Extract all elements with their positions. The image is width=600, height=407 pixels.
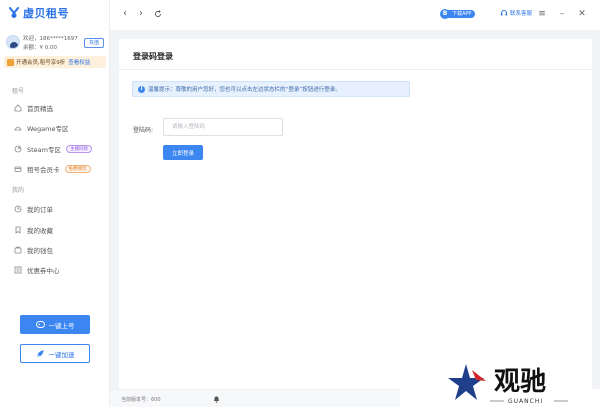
sidebar-item-favorites[interactable]: 我的收藏 xyxy=(14,223,106,237)
one-click-login-button[interactable]: 一键上号 xyxy=(20,315,90,334)
back-icon[interactable]: ‹ xyxy=(120,8,130,20)
sidebar-item-label: 我的订单 xyxy=(27,206,53,214)
headset-icon xyxy=(501,10,507,16)
section-label-mine: 我的 xyxy=(12,187,25,194)
vip-text: 开通会员,租号享9折 xyxy=(16,60,66,66)
version-text: 当前版本号：600 xyxy=(121,397,161,403)
vip-icon xyxy=(7,58,14,66)
sidebar-item-steam[interactable]: Steam专区 主播同款 xyxy=(14,142,106,156)
download-app-label: 下载APP xyxy=(447,10,476,18)
notice-text: 温馨提示：尊敬的用户您好，您也可以点击左边状态栏的“登录”按钮进行登录。 xyxy=(148,87,341,93)
main-area: 登录码登录 i 温馨提示：尊敬的用户您好，您也可以点击左边状态栏的“登录”按钮进… xyxy=(110,30,600,389)
notice-banner: i 温馨提示：尊敬的用户您好，您也可以点击左边状态栏的“登录”按钮进行登录。 xyxy=(132,81,410,97)
login-code-input[interactable] xyxy=(163,118,283,136)
contact-service-button[interactable]: 联系客服 xyxy=(500,9,532,17)
favorite-icon xyxy=(15,226,21,234)
divider xyxy=(119,69,592,70)
login-code-card: 登录码登录 i 温馨提示：尊敬的用户您好，您也可以点击左边状态栏的“登录”按钮进… xyxy=(119,39,592,389)
sidebar-item-coupons[interactable]: 优惠券中心 xyxy=(14,263,106,277)
gamepad-icon xyxy=(35,321,45,328)
sidebar-item-label: Wegame专区 xyxy=(27,125,69,133)
home-icon xyxy=(14,104,22,112)
order-icon xyxy=(14,205,22,213)
watermark-text: 观驰 xyxy=(494,367,546,397)
logo-icon xyxy=(9,7,19,18)
sidebar-item-label: Steam专区 xyxy=(27,146,61,154)
top-bar: ‹ › B 下载APP 联系客服 ≡ – ✕ xyxy=(110,0,600,30)
menu-icon[interactable]: ≡ xyxy=(537,8,547,20)
minimize-icon[interactable]: – xyxy=(557,8,567,20)
login-code-label: 登陆码: xyxy=(133,127,154,134)
sidebar-item-home[interactable]: 首页精选 xyxy=(14,101,106,115)
forward-icon[interactable]: › xyxy=(136,8,146,20)
coupon-icon xyxy=(14,266,22,274)
one-click-accelerate-label: 一键加速 xyxy=(48,350,75,359)
wallet-icon xyxy=(14,246,22,254)
user-greeting: 欢迎，186*****1697 xyxy=(23,36,78,42)
login-now-button[interactable]: 立即登录 xyxy=(163,145,203,160)
vip-banner[interactable]: 开通会员,租号享9折 查看权益 xyxy=(4,56,106,68)
wegame-icon xyxy=(14,126,22,131)
vip-benefits-link[interactable]: 查看权益 xyxy=(68,58,90,66)
sidebar-item-label: 租号会员卡 xyxy=(27,166,60,174)
avatar[interactable] xyxy=(6,35,20,49)
sidebar-item-label: 我的钱包 xyxy=(27,247,53,255)
sidebar-item-label: 优惠券中心 xyxy=(27,267,60,275)
bell-icon[interactable] xyxy=(213,395,220,403)
info-icon: i xyxy=(138,85,145,93)
sidebar: 虚贝租号 欢迎，186*****1697 余额：¥ 0.00 充值 开通会员,租… xyxy=(0,0,110,407)
close-icon[interactable]: ✕ xyxy=(577,8,587,20)
sidebar-item-member-card[interactable]: 租号会员卡 免费畅玩 xyxy=(14,162,106,176)
refresh-icon[interactable] xyxy=(154,10,162,18)
app-logo[interactable]: 虚贝租号 xyxy=(8,5,69,21)
watermark-subtext: GUANCHI xyxy=(508,398,543,405)
one-click-accelerate-button[interactable]: 一键加速 xyxy=(20,344,90,363)
section-label-rent: 租号 xyxy=(12,88,25,95)
sidebar-item-label: 首页精选 xyxy=(27,105,53,113)
one-click-login-label: 一键上号 xyxy=(48,321,75,330)
download-badge: B xyxy=(440,9,450,19)
member-tag-badge: 免费畅玩 xyxy=(64,165,91,173)
user-balance: 余额：¥ 0.00 xyxy=(23,45,57,51)
sidebar-item-wegame[interactable]: Wegame专区 xyxy=(14,121,106,135)
sidebar-item-orders[interactable]: 我的订单 xyxy=(14,202,106,216)
rocket-icon xyxy=(36,350,44,357)
page-title: 登录码登录 xyxy=(133,52,173,61)
user-panel: 欢迎，186*****1697 余额：¥ 0.00 充值 xyxy=(6,33,104,53)
steam-tag-badge: 主播同款 xyxy=(66,145,92,153)
status-bar: 当前版本号：600 xyxy=(110,389,400,407)
contact-service-label: 联系客服 xyxy=(510,11,533,17)
steam-icon xyxy=(14,145,22,153)
recharge-button[interactable]: 充值 xyxy=(84,38,104,48)
watermark-logo: 观驰 GUANCHI xyxy=(448,364,568,405)
logo-text: 虚贝租号 xyxy=(23,7,69,20)
sidebar-item-wallet[interactable]: 我的钱包 xyxy=(14,243,106,257)
card-icon xyxy=(14,166,22,172)
sidebar-item-label: 我的收藏 xyxy=(27,227,53,235)
download-app-button[interactable]: B 下载APP xyxy=(440,9,476,19)
